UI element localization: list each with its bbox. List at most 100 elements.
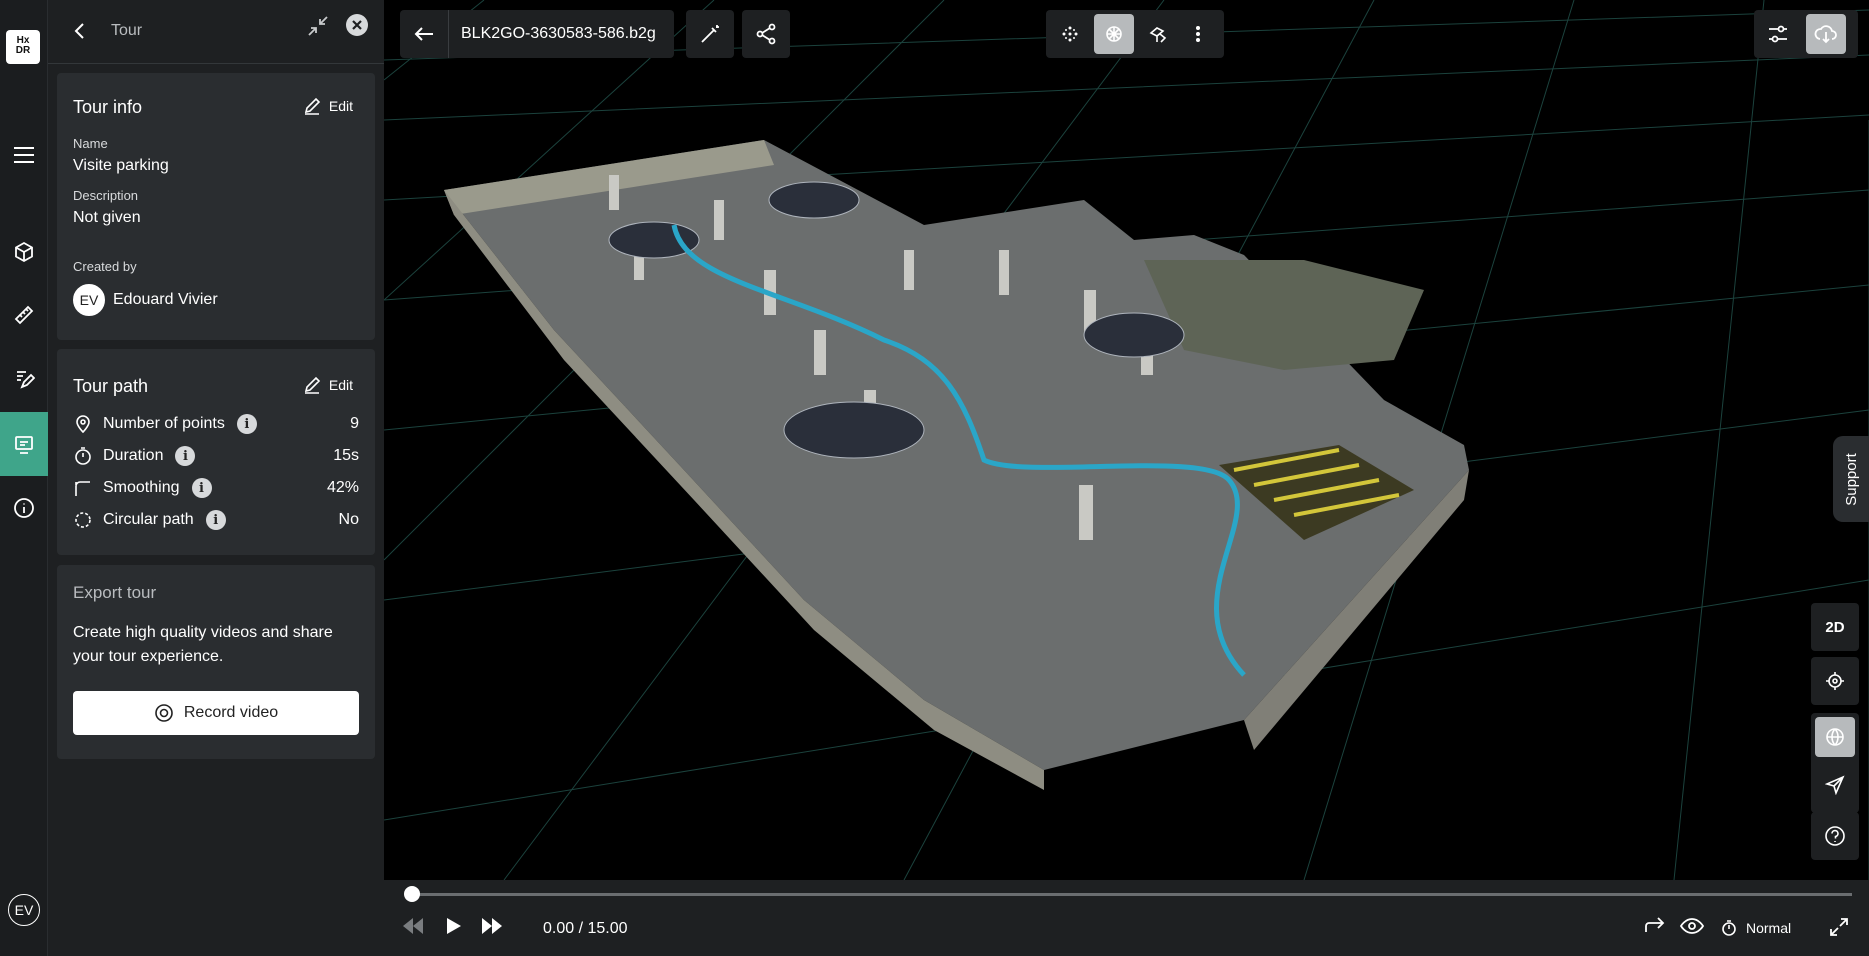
smoothing-icon <box>75 481 90 496</box>
ruler-icon <box>14 305 34 325</box>
support-tab[interactable]: Support <box>1833 436 1869 522</box>
name-label: Name <box>73 136 108 151</box>
pencil-icon <box>304 376 321 394</box>
fullscreen-button[interactable] <box>1828 916 1850 943</box>
info-icon <box>14 498 34 518</box>
2d-mode-button[interactable]: 2D <box>1811 603 1859 651</box>
back-button[interactable] <box>400 10 448 58</box>
points-value: 9 <box>350 415 359 432</box>
location-pin-icon <box>76 415 90 434</box>
pencil-icon <box>304 97 321 115</box>
app-logo[interactable]: Hx DR <box>6 30 40 64</box>
stopwatch-icon <box>75 447 91 465</box>
file-name: BLK2GO-3630583-586.b2g <box>448 10 668 58</box>
panel-header: Tour <box>48 0 384 64</box>
tour-path-heading: Tour path <box>73 376 149 396</box>
export-heading: Export tour <box>73 583 157 602</box>
timeline-knob[interactable] <box>404 886 420 902</box>
magic-wand-button[interactable] <box>686 10 734 58</box>
duration-value: 15s <box>333 447 359 464</box>
visibility-button[interactable] <box>1679 916 1705 941</box>
view-mode-toolbar <box>1046 10 1224 58</box>
play-icon <box>447 918 461 934</box>
globe-icon <box>1826 728 1844 746</box>
magic-wand-icon <box>701 25 719 43</box>
description-label: Description <box>73 188 139 203</box>
logo-text-bottom: DR <box>15 45 31 56</box>
export-description: Create high quality videos and share you… <box>73 624 333 665</box>
tour-info-heading: Tour info <box>73 97 143 117</box>
help-icon <box>1825 826 1845 846</box>
points-label: Number of points <box>103 415 225 432</box>
playback-time: 0.00 / 15.00 <box>543 920 628 937</box>
circular-info-icon[interactable]: i <box>205 510 226 530</box>
export-tour-card: Export tour Create high quality videos a… <box>57 565 375 759</box>
models-button[interactable] <box>0 228 48 276</box>
crosshair-icon <box>1826 672 1844 690</box>
help-button[interactable] <box>1811 812 1859 860</box>
orbit-mode-button[interactable] <box>1815 717 1855 757</box>
top-right-toolbar <box>1754 10 1858 58</box>
more-vertical-icon <box>1196 26 1200 42</box>
circular-value: No <box>338 511 359 528</box>
smoothing-info-icon[interactable]: i <box>191 478 212 498</box>
shapes-icon <box>1149 27 1167 43</box>
edit-label: Edit <box>328 98 353 114</box>
description-value: Not given <box>73 209 141 226</box>
record-video-button[interactable]: Record video <box>73 691 359 735</box>
share-icon <box>756 23 776 45</box>
settings-button[interactable] <box>1754 10 1802 58</box>
duration-label: Duration <box>103 447 164 464</box>
creator-name: Edouard Vivier <box>113 291 218 308</box>
play-button[interactable] <box>444 916 462 941</box>
navigation-toolbar <box>1811 713 1859 813</box>
fly-mode-button[interactable] <box>1811 761 1859 809</box>
rewind-button[interactable] <box>401 916 425 941</box>
smoothing-value: 42% <box>326 479 359 496</box>
model-mode[interactable] <box>1138 10 1178 58</box>
smoothing-label: Smoothing <box>103 479 180 496</box>
record-icon <box>155 704 173 722</box>
playback-speed[interactable]: Normal <box>1746 920 1791 936</box>
locate-tool <box>1811 657 1859 705</box>
support-label: Support <box>1842 452 1860 506</box>
panel-back-button[interactable] <box>72 20 88 47</box>
info-button[interactable] <box>0 484 48 532</box>
edit-tour-info-button[interactable]: Edit <box>303 97 353 115</box>
measure-button[interactable] <box>0 291 48 339</box>
fast-forward-button[interactable] <box>480 916 504 941</box>
tour-info-card: Tour info Edit Name Visite parking Descr… <box>57 73 375 340</box>
point-cloud-scene[interactable] <box>384 0 1869 880</box>
more-options-button[interactable] <box>1178 10 1218 58</box>
arrow-left-icon <box>414 27 433 41</box>
close-icon <box>352 20 362 30</box>
name-value: Visite parking <box>73 157 169 174</box>
timeline-track[interactable] <box>410 893 1852 896</box>
user-avatar[interactable]: EV <box>8 894 40 926</box>
mesh-mode[interactable] <box>1094 14 1134 54</box>
fast-forward-icon <box>482 918 502 934</box>
3d-viewport[interactable]: BLK2GO-3630583-586.b2g Support 2D <box>384 0 1869 880</box>
duration-info-icon[interactable]: i <box>175 446 196 466</box>
created-by-label: Created by <box>73 259 137 274</box>
point-cloud-mode[interactable] <box>1050 10 1090 58</box>
hamburger-icon <box>14 147 34 163</box>
collapse-icon <box>308 16 328 36</box>
points-info-icon[interactable]: i <box>236 414 257 434</box>
share-button[interactable] <box>742 10 790 58</box>
loop-button[interactable] <box>1644 916 1666 941</box>
edit-label: Edit <box>328 377 353 393</box>
locate-button[interactable] <box>1811 657 1859 705</box>
eye-icon <box>1679 918 1705 934</box>
edit-tour-path-button[interactable]: Edit <box>303 376 353 394</box>
menu-button[interactable] <box>0 131 48 179</box>
tour-button[interactable] <box>0 412 48 476</box>
annotate-button[interactable] <box>0 355 48 403</box>
close-panel-button[interactable] <box>346 14 368 36</box>
wand-tool <box>686 10 734 58</box>
expand-icon <box>1830 918 1848 936</box>
cloud-download-icon <box>1814 25 1837 44</box>
sliders-icon <box>1769 25 1787 43</box>
cloud-download-button[interactable] <box>1806 14 1846 54</box>
collapse-panel-button[interactable] <box>306 14 330 43</box>
